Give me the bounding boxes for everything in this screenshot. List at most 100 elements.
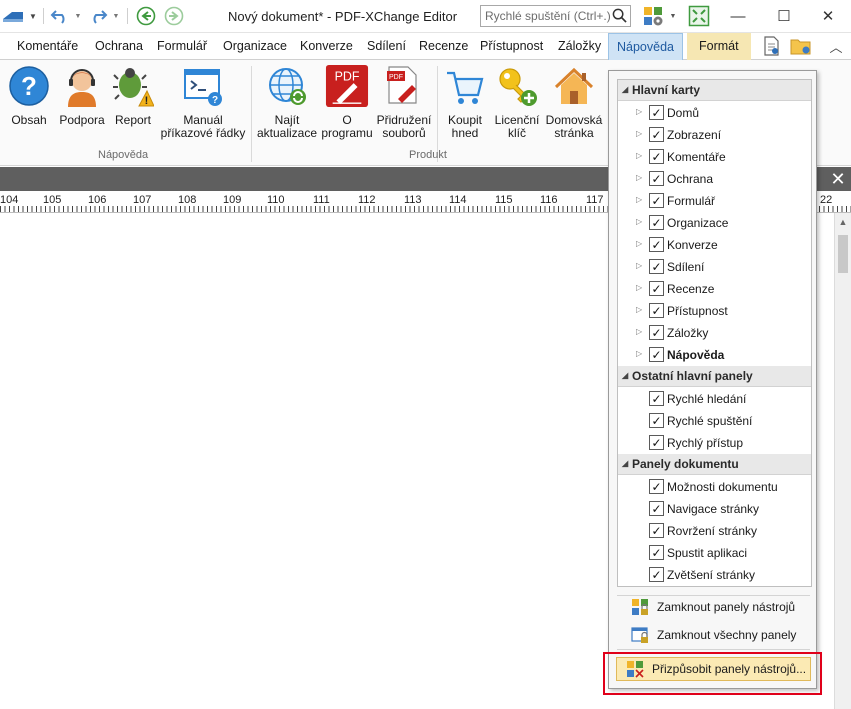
tab-napoveda[interactable]: Nápověda bbox=[608, 33, 683, 60]
lock-toolbars-button[interactable]: Zamknout panely nástrojů bbox=[625, 596, 813, 618]
section-collapse-icon[interactable]: ◢ bbox=[622, 454, 628, 474]
checkbox-checked-icon[interactable]: ✓ bbox=[649, 193, 664, 208]
list-item-page-navigation[interactable]: ✓ Navigace stránky bbox=[618, 498, 811, 520]
list-item-organizace[interactable]: ▷ ✓ Organizace bbox=[618, 212, 811, 234]
tab-pristupnost[interactable]: Přístupnost bbox=[480, 33, 543, 60]
checkbox-checked-icon[interactable]: ✓ bbox=[649, 413, 664, 428]
scrollbar-thumb[interactable] bbox=[838, 235, 848, 273]
options-dropdown-icon[interactable]: ▼ bbox=[668, 6, 678, 26]
redo-icon[interactable] bbox=[86, 6, 110, 26]
forward-icon[interactable] bbox=[162, 6, 186, 26]
back-icon[interactable] bbox=[134, 6, 158, 26]
options-icon[interactable] bbox=[640, 6, 666, 26]
expand-icon[interactable]: ▷ bbox=[636, 173, 642, 182]
list-item-zalozky[interactable]: ▷ ✓ Záložky bbox=[618, 322, 811, 344]
tab-formular[interactable]: Formulář bbox=[157, 33, 207, 60]
checkbox-checked-icon[interactable]: ✓ bbox=[649, 171, 664, 186]
expand-icon[interactable]: ▷ bbox=[636, 129, 642, 138]
expand-icon[interactable]: ▷ bbox=[636, 217, 642, 226]
section-collapse-icon[interactable]: ◢ bbox=[622, 366, 628, 386]
checkbox-checked-icon[interactable]: ✓ bbox=[649, 435, 664, 450]
checkbox-checked-icon[interactable]: ✓ bbox=[649, 391, 664, 406]
expand-icon[interactable]: ▷ bbox=[636, 195, 642, 204]
checkbox-checked-icon[interactable]: ✓ bbox=[649, 347, 664, 362]
expand-icon[interactable]: ▷ bbox=[636, 151, 642, 160]
expand-icon[interactable]: ▷ bbox=[636, 305, 642, 314]
expand-icon[interactable]: ▷ bbox=[636, 327, 642, 336]
expand-icon[interactable]: ▷ bbox=[636, 239, 642, 248]
checkbox-checked-icon[interactable]: ✓ bbox=[649, 215, 664, 230]
file-association-button[interactable]: PDF Přidružení souborů bbox=[374, 64, 434, 140]
vertical-scrollbar[interactable]: ▲ bbox=[834, 213, 851, 709]
list-item-page-layout[interactable]: ✓ Rovržení stránky bbox=[618, 520, 811, 542]
expand-icon[interactable]: ▷ bbox=[636, 349, 642, 358]
about-button[interactable]: PDF O programu bbox=[319, 64, 375, 140]
checkbox-checked-icon[interactable]: ✓ bbox=[649, 303, 664, 318]
checkbox-checked-icon[interactable]: ✓ bbox=[649, 281, 664, 296]
redo-dropdown-icon[interactable]: ▼ bbox=[111, 6, 121, 26]
list-item-komentare[interactable]: ▷ ✓ Komentáře bbox=[618, 146, 811, 168]
fullscreen-icon[interactable] bbox=[686, 5, 712, 27]
checkbox-checked-icon[interactable]: ✓ bbox=[649, 545, 664, 560]
document-tools-icon[interactable] bbox=[760, 36, 784, 56]
list-item-konverze[interactable]: ▷ ✓ Konverze bbox=[618, 234, 811, 256]
tab-sdileni[interactable]: Sdílení bbox=[367, 33, 406, 60]
list-item-pristupnost[interactable]: ▷ ✓ Přístupnost bbox=[618, 300, 811, 322]
app-menu-icon[interactable] bbox=[0, 6, 26, 26]
undo-dropdown-icon[interactable]: ▼ bbox=[73, 6, 83, 26]
list-item-sdileni[interactable]: ▷ ✓ Sdílení bbox=[618, 256, 811, 278]
app-menu-chevron-icon[interactable]: ▼ bbox=[27, 6, 39, 26]
checkbox-checked-icon[interactable]: ✓ bbox=[649, 479, 664, 494]
list-item-quick-find[interactable]: ✓ Rychlé hledání bbox=[618, 388, 811, 410]
checkbox-checked-icon[interactable]: ✓ bbox=[649, 259, 664, 274]
section-collapse-icon[interactable]: ◢ bbox=[622, 80, 628, 100]
checkbox-checked-icon[interactable]: ✓ bbox=[649, 149, 664, 164]
report-button[interactable]: ! Report bbox=[110, 64, 156, 127]
checkbox-checked-icon[interactable]: ✓ bbox=[649, 501, 664, 516]
undo-icon[interactable] bbox=[48, 6, 72, 26]
command-line-manual-button[interactable]: ? Manuál příkazové řádky bbox=[160, 64, 246, 140]
list-item-page-zoom[interactable]: ✓ Zvětšení stránky bbox=[618, 564, 811, 586]
list-item-napoveda[interactable]: ▷ ✓ Nápověda bbox=[618, 344, 811, 366]
home-page-button[interactable]: Domovská stránka bbox=[543, 64, 605, 140]
checkbox-checked-icon[interactable]: ✓ bbox=[649, 567, 664, 582]
checkbox-checked-icon[interactable]: ✓ bbox=[649, 523, 664, 538]
maximize-button[interactable]: ☐ bbox=[761, 0, 807, 32]
list-item-quick-access[interactable]: ✓ Rychlý přístup bbox=[618, 432, 811, 454]
license-key-button[interactable]: Licenční klíč bbox=[492, 64, 542, 140]
lock-all-panels-button[interactable]: Zamknout všechny panely bbox=[625, 624, 813, 646]
tab-organizace[interactable]: Organizace bbox=[223, 33, 287, 60]
contents-button[interactable]: ? Obsah bbox=[6, 64, 52, 127]
list-item-formular[interactable]: ▷ ✓ Formulář bbox=[618, 190, 811, 212]
quick-launch-input[interactable]: Rychlé spuštění (Ctrl+.) bbox=[480, 5, 631, 27]
checkbox-checked-icon[interactable]: ✓ bbox=[649, 325, 664, 340]
list-item-document-options[interactable]: ✓ Možnosti dokumentu bbox=[618, 476, 811, 498]
tab-format[interactable]: Formát bbox=[687, 33, 751, 60]
search-icon[interactable] bbox=[612, 8, 627, 23]
open-folder-icon[interactable] bbox=[788, 36, 814, 56]
list-item-quick-launch[interactable]: ✓ Rychlé spuštění bbox=[618, 410, 811, 432]
expand-icon[interactable]: ▷ bbox=[636, 107, 642, 116]
list-item-ochrana[interactable]: ▷ ✓ Ochrana bbox=[618, 168, 811, 190]
close-document-button[interactable]: ✕ bbox=[825, 167, 851, 191]
checkbox-checked-icon[interactable]: ✓ bbox=[649, 127, 664, 142]
list-item-domu[interactable]: ▷ ✓ Domů bbox=[618, 102, 811, 124]
tab-ochrana[interactable]: Ochrana bbox=[95, 33, 143, 60]
tab-zalozky[interactable]: Záložky bbox=[558, 33, 601, 60]
collapse-ribbon-icon[interactable]: ︿ bbox=[826, 36, 846, 56]
minimize-button[interactable]: — bbox=[715, 0, 761, 32]
list-item-zobrazeni[interactable]: ▷ ✓ Zobrazení bbox=[618, 124, 811, 146]
expand-icon[interactable]: ▷ bbox=[636, 261, 642, 270]
expand-icon[interactable]: ▷ bbox=[636, 283, 642, 292]
close-window-button[interactable]: ✕ bbox=[805, 0, 851, 32]
tab-komentare[interactable]: Komentáře bbox=[17, 33, 78, 60]
checkbox-checked-icon[interactable]: ✓ bbox=[649, 237, 664, 252]
list-item-launch-app[interactable]: ✓ Spustit aplikaci bbox=[618, 542, 811, 564]
list-item-recenze[interactable]: ▷ ✓ Recenze bbox=[618, 278, 811, 300]
checkbox-checked-icon[interactable]: ✓ bbox=[649, 105, 664, 120]
tab-recenze[interactable]: Recenze bbox=[419, 33, 468, 60]
check-updates-button[interactable]: Najít aktualizace bbox=[255, 64, 319, 140]
tab-konverze[interactable]: Konverze bbox=[300, 33, 353, 60]
buy-now-button[interactable]: Koupit hned bbox=[442, 64, 488, 140]
support-button[interactable]: Podpora bbox=[57, 64, 107, 127]
